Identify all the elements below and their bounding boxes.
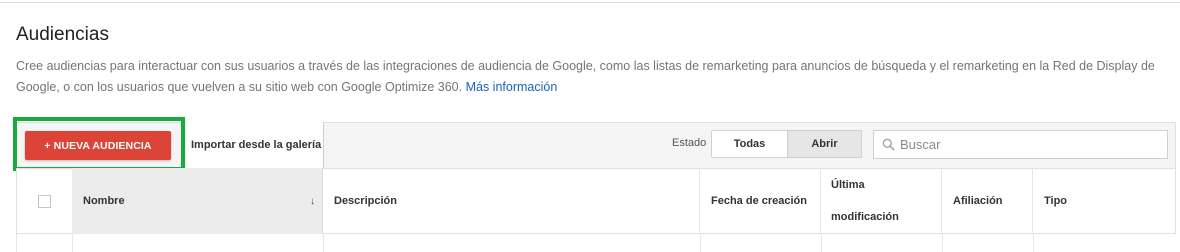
description-text: Cree audiencias para interactuar con sus…	[16, 59, 1155, 94]
sort-down-arrow-icon: ↓	[310, 195, 315, 207]
row-divider	[323, 234, 324, 252]
column-header-last-modified-line2: modificación	[831, 211, 899, 223]
search-input[interactable]	[900, 137, 1150, 152]
column-header-last-modified[interactable]: Última modificación	[822, 168, 942, 234]
filter-open-button[interactable]: Abrir	[787, 130, 862, 158]
column-header-name[interactable]: Nombre ↓	[72, 168, 323, 234]
column-header-affiliation[interactable]: Afiliación	[943, 168, 1033, 234]
column-header-last-modified-line1: Última	[831, 179, 865, 191]
page-description: Cree audiencias para interactuar con sus…	[16, 56, 1172, 98]
top-divider	[0, 2, 1180, 3]
import-from-gallery-tab[interactable]: Importar desde la galería	[186, 122, 324, 168]
column-header-affiliation-label: Afiliación	[953, 195, 1003, 207]
row-divider	[72, 234, 73, 252]
status-filter-label: Estado	[672, 137, 707, 149]
row-divider	[16, 234, 17, 252]
search-box[interactable]	[873, 130, 1168, 159]
row-divider	[700, 234, 701, 252]
column-header-description[interactable]: Descripción	[324, 168, 700, 234]
new-audience-button[interactable]: + NUEVA AUDIENCIA	[25, 131, 171, 160]
row-divider	[1033, 234, 1034, 252]
select-all-cell	[16, 168, 72, 234]
column-header-created-date[interactable]: Fecha de creación	[701, 168, 821, 234]
column-header-type-label: Tipo	[1044, 195, 1068, 207]
column-header-name-label: Nombre	[83, 195, 125, 207]
row-divider	[942, 234, 943, 252]
select-all-checkbox[interactable]	[38, 194, 51, 208]
column-header-type[interactable]: Tipo	[1034, 168, 1176, 234]
filter-all-button[interactable]: Todas	[711, 130, 788, 158]
column-header-created-date-label: Fecha de creación	[711, 195, 807, 207]
search-icon	[882, 138, 895, 151]
row-divider	[821, 234, 822, 252]
column-header-description-label: Descripción	[334, 195, 397, 207]
page-title: Audiencias	[16, 24, 109, 45]
more-info-link[interactable]: Más información	[466, 80, 558, 94]
